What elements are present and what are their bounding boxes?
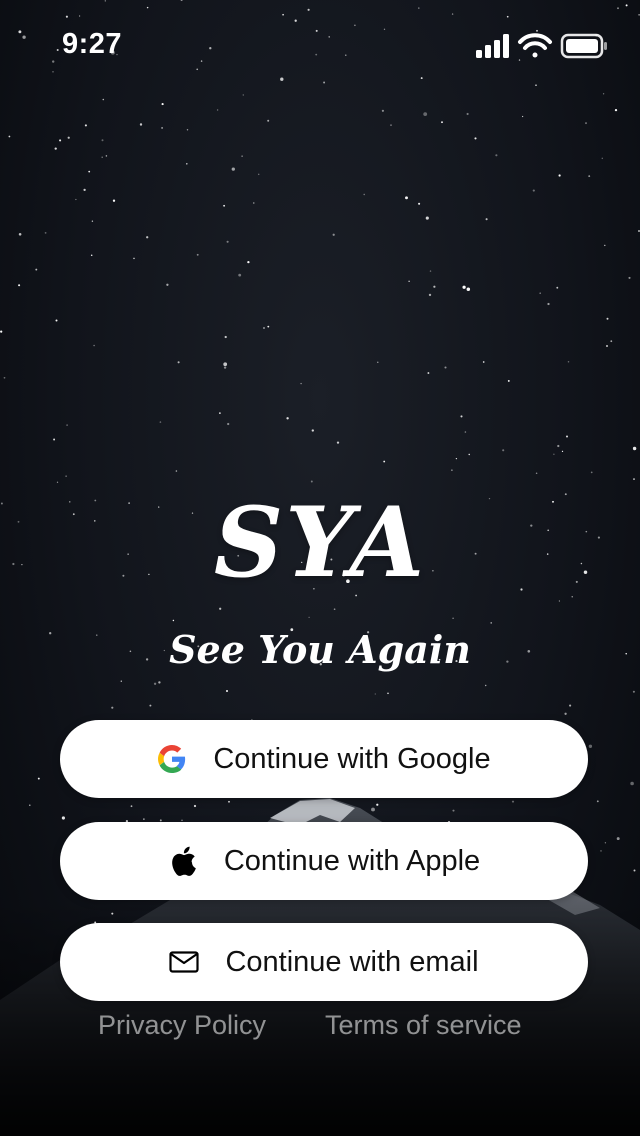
battery-icon (560, 33, 607, 59)
terms-of-service-link[interactable]: Terms of service (325, 1010, 522, 1041)
privacy-policy-link[interactable]: Privacy Policy (98, 1010, 266, 1041)
continue-with-google-button[interactable]: Continue with Google (60, 720, 588, 798)
google-icon (157, 744, 187, 774)
app-logo: SYA (213, 486, 427, 599)
cellular-signal-icon (476, 34, 509, 58)
continue-with-email-button[interactable]: Continue with email (60, 923, 588, 1001)
apple-button-label: Continue with Apple (223, 844, 481, 877)
app-tagline: See You Again (169, 627, 471, 672)
email-button-label: Continue with email (225, 945, 479, 978)
wifi-icon (518, 33, 552, 58)
mail-icon (169, 947, 200, 977)
status-time: 9:27 (62, 28, 123, 60)
apple-icon (168, 846, 198, 876)
google-button-label: Continue with Google (213, 742, 491, 775)
continue-with-apple-button[interactable]: Continue with Apple (60, 822, 588, 900)
status-bar: 9:27 (0, 0, 640, 92)
status-icons (476, 33, 607, 59)
